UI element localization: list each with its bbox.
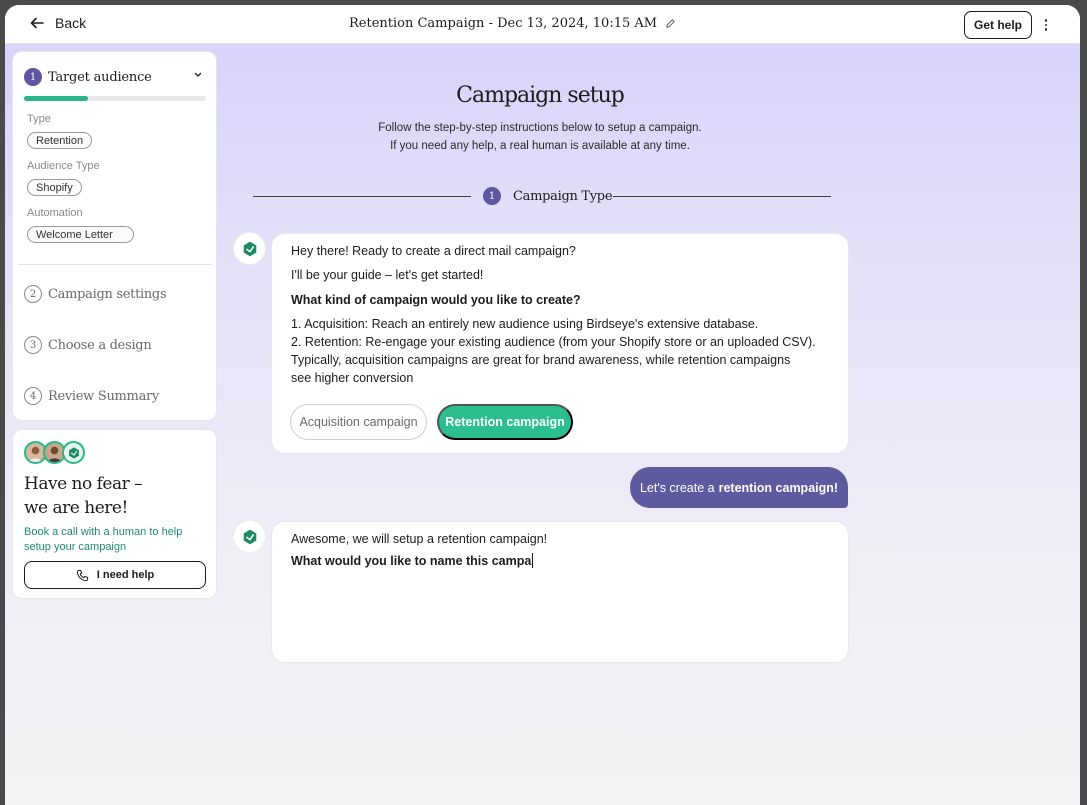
message-text: see higher conversion [291,371,414,385]
arrow-left-icon [30,17,44,29]
bot-message-input[interactable]: Awesome, we will setup a retention campa… [271,521,849,663]
section-divider-left [253,196,471,197]
step-number: 4 [24,387,42,405]
campaign-title[interactable]: Retention Campaign - Dec 13, 2024, 10:15… [349,16,676,31]
audience-type-chip: Shopify [27,179,82,196]
app-window: Back Retention Campaign - Dec 13, 2024, … [5,5,1080,805]
campaign-name-input[interactable]: What would you like to name this campa [291,552,534,570]
section-number: 1 [483,187,501,205]
help-title: Have no fear – we are here! [24,472,174,520]
chevron-down-icon[interactable] [193,70,203,80]
page-title: Campaign setup [456,83,625,108]
acquisition-campaign-button[interactable]: Acquisition campaign [290,404,427,440]
step-label: Review Summary [48,388,159,404]
top-bar: Back Retention Campaign - Dec 13, 2024, … [5,5,1080,44]
divider [18,264,212,265]
message-text: Awesome, we will setup a retention campa… [291,532,548,546]
page-subtitle-line2: If you need any help, a real human is av… [390,140,690,152]
help-card: Have no fear – we are here! Book a call … [12,429,217,599]
section-header: 1 Campaign Type [483,187,613,205]
message-text: Hey there! Ready to create a direct mail… [291,244,576,258]
step-choose-design[interactable]: 3 Choose a design [24,336,152,354]
pencil-icon[interactable] [665,18,676,29]
back-button[interactable]: Back [29,15,86,31]
page-subtitle-line1: Follow the step-by-step instructions bel… [378,122,702,134]
audience-type-label: Audience Type [27,160,100,172]
bot-avatar [234,233,265,264]
user-message: Let's create a retention campaign! [630,467,848,508]
user-message-text: Let's create a [639,480,715,495]
support-avatars [24,441,85,464]
user-message-bold: retention campaign! [718,480,839,495]
section-divider-right [613,196,831,197]
step-label: Choose a design [48,337,152,353]
step-label: Campaign settings [48,286,167,302]
campaign-title-text: Retention Campaign - Dec 13, 2024, 10:15… [349,16,658,31]
bot-avatar [234,521,265,552]
birdseye-logo-icon [243,241,256,256]
retention-campaign-button[interactable]: Retention campaign [437,404,573,440]
help-title-line2: we are here! [24,498,128,518]
birdseye-logo-icon [243,529,256,544]
message-question: What kind of campaign would you like to … [291,293,581,307]
more-vertical-icon[interactable] [1040,15,1052,35]
step-campaign-settings[interactable]: 2 Campaign settings [24,285,167,303]
typed-text: What would you like to name this campa [291,554,532,568]
step-number: 3 [24,336,42,354]
step-review-summary[interactable]: 4 Review Summary [24,387,159,405]
i-need-help-label: I need help [96,569,155,581]
help-subtitle[interactable]: Book a call with a human to help setup y… [24,525,184,555]
section-label: Campaign Type [513,188,613,204]
birdseye-logo-icon [62,441,85,464]
automation-label: Automation [27,207,83,219]
text-caret [532,553,534,568]
message-text: Typically, acquisition campaigns are gre… [291,353,791,367]
back-label: Back [55,15,87,31]
i-need-help-button[interactable]: I need help [24,561,206,589]
page-subtitle: Follow the step-by-step instructions bel… [5,119,1075,155]
bot-message: Hey there! Ready to create a direct mail… [271,233,849,454]
get-help-button[interactable]: Get help [964,11,1032,39]
help-title-line1: Have no fear – [24,474,143,494]
automation-chip: Welcome Letter [27,226,134,243]
message-text: I'll be your guide – let's get started! [291,268,484,282]
step-number: 2 [24,285,42,303]
message-text: 2. Retention: Re-engage your existing au… [291,335,816,349]
phone-icon [76,569,88,581]
message-text: 1. Acquisition: Reach an entirely new au… [291,317,759,331]
